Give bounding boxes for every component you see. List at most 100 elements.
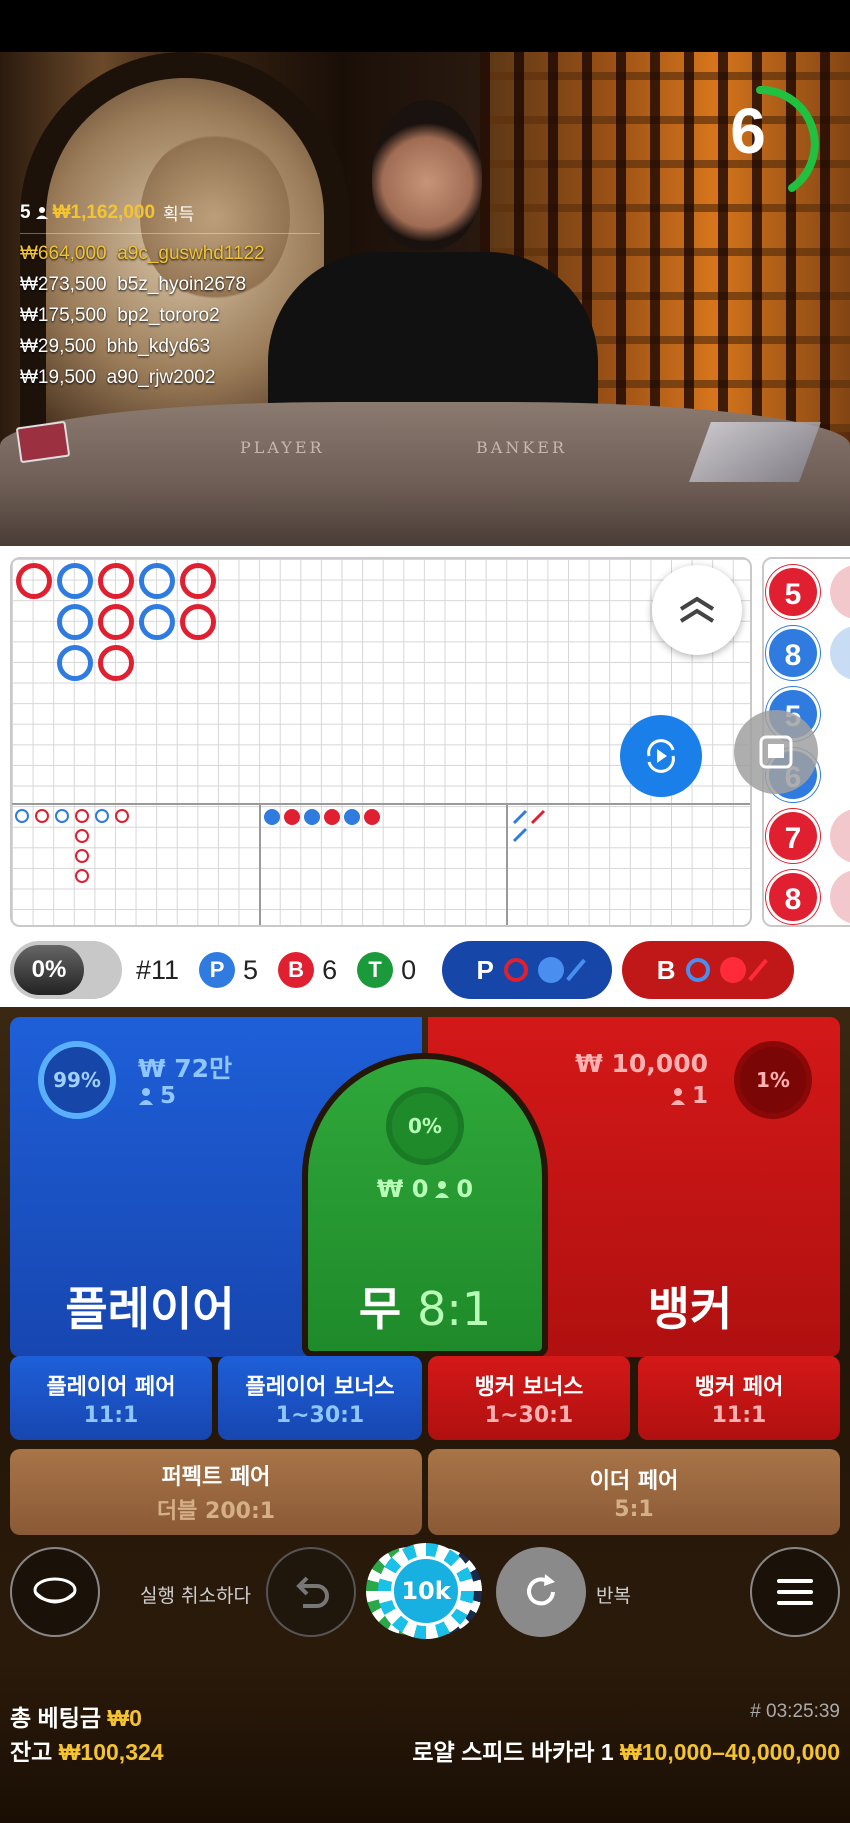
undo-label: 실행 취소하다 bbox=[140, 1585, 251, 1607]
road-mark bbox=[115, 809, 129, 823]
big-road[interactable] bbox=[10, 557, 752, 927]
road-mark bbox=[16, 563, 52, 599]
winners-header: 5 ₩1,162,000 획득 bbox=[20, 200, 320, 234]
menu-button[interactable] bbox=[750, 1547, 840, 1637]
winners-panel: 5 ₩1,162,000 획득 ₩664,000 a9c_guswhd1122 … bbox=[20, 200, 320, 389]
player-pair-button[interactable]: 플레이어 페어 11:1 bbox=[10, 1356, 212, 1440]
tie-bet-info: ₩ 0 0 bbox=[376, 1175, 474, 1203]
balance: 잔고 ₩100,324 bbox=[10, 1739, 164, 1765]
banker-bonus-button[interactable]: 뱅커 보너스 1~30:1 bbox=[428, 1356, 630, 1440]
banker-bet-count: 1 bbox=[670, 1083, 708, 1109]
player-title: 플레이어 bbox=[65, 1282, 235, 1336]
banker-title: 뱅커 bbox=[647, 1282, 733, 1336]
road-mark bbox=[364, 809, 380, 825]
percent-toggle[interactable]: 0% bbox=[10, 941, 122, 999]
bead: 7 bbox=[766, 809, 820, 863]
road-mark bbox=[98, 563, 134, 599]
user-icon bbox=[435, 1181, 450, 1198]
user-icon bbox=[670, 1088, 685, 1105]
undo-button[interactable] bbox=[266, 1547, 356, 1637]
chip-selector[interactable]: 10k bbox=[366, 1541, 484, 1641]
repeat-label: 반복 bbox=[596, 1585, 631, 1607]
bead-partial bbox=[830, 870, 850, 924]
table-info: 로얄 스피드 바카라 1 ₩10,000–40,000,000 bbox=[412, 1739, 840, 1765]
perfect-pair-button[interactable]: 퍼펙트 페어 더블 200:1 bbox=[10, 1449, 422, 1535]
status-bar bbox=[0, 0, 850, 52]
banker-pct-ring: 1% bbox=[734, 1041, 812, 1119]
refresh-icon bbox=[647, 739, 675, 773]
window-icon bbox=[759, 735, 793, 769]
road-mark bbox=[139, 604, 175, 640]
road-divider bbox=[506, 803, 508, 925]
timer-seconds: 6 bbox=[730, 95, 766, 167]
road-mark bbox=[98, 604, 134, 640]
switch-road-button[interactable] bbox=[620, 715, 702, 797]
banker-stat: B6 bbox=[278, 952, 337, 988]
road-mark bbox=[75, 809, 89, 823]
road-mark bbox=[180, 563, 216, 599]
user-icon bbox=[139, 1088, 153, 1105]
bead-partial bbox=[830, 565, 850, 619]
table-label-banker: BANKER bbox=[476, 438, 567, 457]
road-mark bbox=[57, 645, 93, 681]
road-mark bbox=[75, 849, 89, 863]
undo-icon bbox=[296, 1576, 329, 1608]
road-mark bbox=[344, 809, 360, 825]
winner-row: ₩664,000 a9c_guswhd1122 bbox=[20, 243, 265, 264]
road-mark bbox=[57, 604, 93, 640]
road-mark bbox=[75, 829, 89, 843]
card-deck bbox=[15, 420, 71, 464]
banker-predict-button[interactable]: B bbox=[622, 941, 795, 999]
bead: 8 bbox=[766, 870, 820, 924]
road-mark bbox=[15, 809, 29, 823]
tie-title: 무 8:1 bbox=[358, 1282, 492, 1336]
road-mark bbox=[35, 809, 49, 823]
road-mark bbox=[55, 809, 69, 823]
chevron-up-icon bbox=[679, 596, 715, 623]
road-mark bbox=[180, 604, 216, 640]
winners-total: ₩1,162,000 bbox=[52, 201, 156, 223]
betting-area: 99% ₩ 72만 5 플레이어 ₩ 10,000 1 1% 뱅커 0% ₩ 0… bbox=[0, 1007, 850, 1823]
road-mark bbox=[139, 563, 175, 599]
tie-pct-ring: 0% bbox=[386, 1087, 464, 1165]
countdown-timer: 6 bbox=[700, 84, 820, 204]
winner-row: ₩175,500 bp2_tororo2 bbox=[20, 305, 220, 326]
hamburger-menu-icon bbox=[777, 1579, 813, 1605]
percent-value: 0% bbox=[14, 945, 84, 995]
picture-in-picture-button[interactable] bbox=[734, 710, 818, 794]
round-number: #11 bbox=[136, 954, 180, 985]
winner-row: ₩19,500 a90_rjw2002 bbox=[20, 367, 216, 388]
road-mark bbox=[324, 809, 340, 825]
player-predict-button[interactable]: P bbox=[442, 941, 613, 999]
total-bet: 총 베팅금 ₩0 bbox=[10, 1705, 142, 1731]
stats-bar: 0% #11 P5 B6 T0 P B bbox=[0, 935, 850, 1005]
either-pair-button[interactable]: 이더 페어 5:1 bbox=[428, 1449, 840, 1535]
chat-button[interactable] bbox=[10, 1547, 100, 1637]
collapse-button[interactable] bbox=[652, 565, 742, 655]
player-stat: P5 bbox=[199, 952, 258, 988]
bead: 8 bbox=[766, 626, 820, 680]
bead-partial bbox=[830, 626, 850, 680]
bead: 5 bbox=[766, 565, 820, 619]
tie-stat: T0 bbox=[357, 952, 416, 988]
winner-row: ₩273,500 b5z_hyoin2678 bbox=[20, 274, 247, 295]
winner-row: ₩29,500 bhb_kdyd63 bbox=[20, 336, 211, 357]
road-mark bbox=[284, 809, 300, 825]
player-bonus-button[interactable]: 플레이어 보너스 1~30:1 bbox=[218, 1356, 422, 1440]
road-divider bbox=[259, 803, 261, 925]
user-icon bbox=[35, 206, 48, 219]
cockroach-road-icon bbox=[512, 809, 546, 843]
road-mark bbox=[57, 563, 93, 599]
player-bet-amount: ₩ 72만 bbox=[138, 1054, 233, 1083]
player-bet-count: 5 bbox=[138, 1083, 176, 1109]
banker-pair-button[interactable]: 뱅커 페어 11:1 bbox=[638, 1356, 840, 1440]
winners-suffix: 획득 bbox=[163, 205, 195, 224]
card-shoe bbox=[689, 422, 821, 482]
road-mark bbox=[264, 809, 280, 825]
player-pct-ring: 99% bbox=[38, 1041, 116, 1119]
chip-main: 10k bbox=[378, 1543, 474, 1639]
repeat-button[interactable] bbox=[496, 1547, 586, 1637]
game-id: # 03:25:39 bbox=[750, 1701, 840, 1722]
tie-bet-zone[interactable]: 0% ₩ 0 0 무 8:1 bbox=[302, 1053, 548, 1357]
chip-value: 10k bbox=[391, 1556, 461, 1626]
